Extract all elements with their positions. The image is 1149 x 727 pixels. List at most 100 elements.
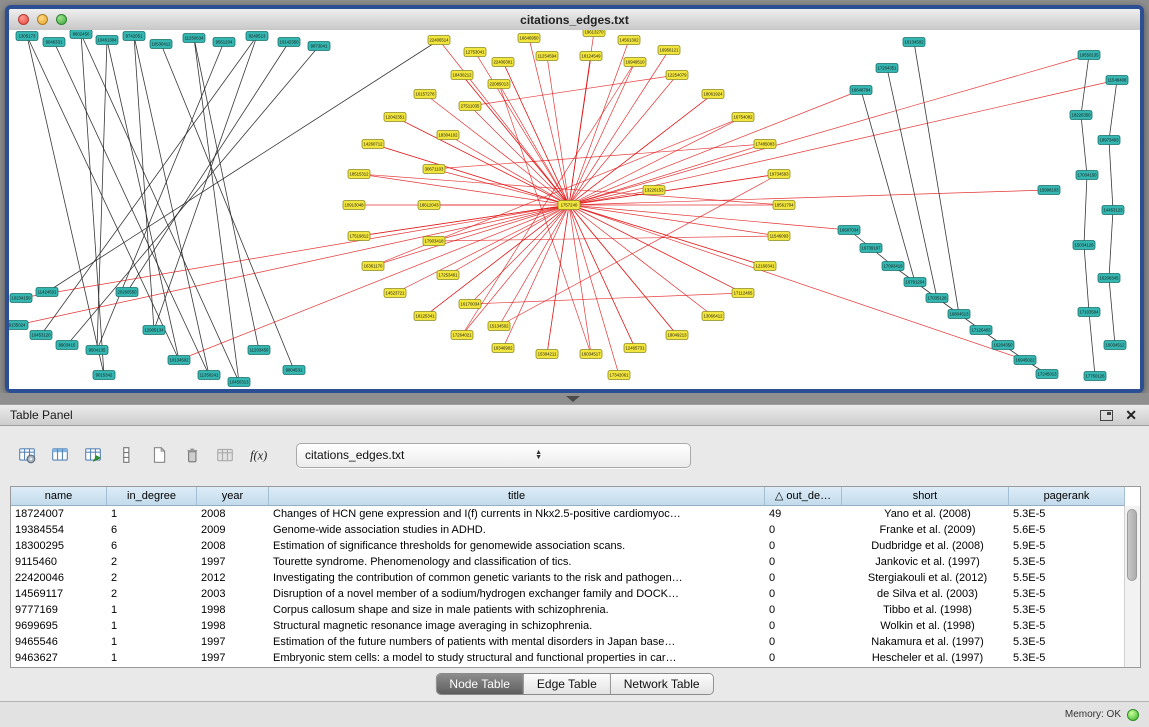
table-cell[interactable]: 19384554 xyxy=(11,522,107,538)
graph-edge-red[interactable] xyxy=(569,55,1089,205)
table-cell[interactable]: 14569117 xyxy=(11,586,107,602)
table-cell[interactable]: 5.3E-5 xyxy=(1009,586,1125,602)
new-table-icon[interactable] xyxy=(146,442,172,468)
table-cell[interactable]: 2008 xyxy=(197,538,269,554)
column-header[interactable]: short xyxy=(842,487,1009,506)
table-cell[interactable]: Jankovic et al. (1997) xyxy=(842,554,1009,570)
table-source-dropdown[interactable]: citations_edges.txt ▲▼ xyxy=(296,443,691,468)
graph-edge-red[interactable] xyxy=(499,84,591,354)
table-cell[interactable]: 5.5E-5 xyxy=(1009,570,1125,586)
table-cell[interactable]: 18724007 xyxy=(11,506,107,522)
table-cell[interactable]: 1 xyxy=(107,650,197,666)
table-row[interactable]: 1456911722003Disruption of a novel membe… xyxy=(11,586,1140,602)
table-cell[interactable]: 1 xyxy=(107,618,197,634)
graph-edge-black[interactable] xyxy=(1084,245,1089,312)
table-cell[interactable]: 9699695 xyxy=(11,618,107,634)
table-cell[interactable]: 49 xyxy=(765,506,842,522)
table-cell[interactable]: Dudbridge et al. (2008) xyxy=(842,538,1009,554)
graph-edge-black[interactable] xyxy=(161,44,294,370)
tab-network-table[interactable]: Network Table xyxy=(611,674,713,694)
table-cell[interactable]: 9115460 xyxy=(11,554,107,570)
table-cell[interactable]: 6 xyxy=(107,522,197,538)
scrollbar-thumb[interactable] xyxy=(1127,509,1137,581)
table-row[interactable]: 977716911998Corpus callosum shape and si… xyxy=(11,602,1140,618)
table-cell[interactable]: 9463627 xyxy=(11,650,107,666)
graph-edge-black[interactable] xyxy=(1081,55,1089,115)
table-cell[interactable]: 18300295 xyxy=(11,538,107,554)
table-cell[interactable]: 0 xyxy=(765,538,842,554)
table-cell[interactable]: Franke et al. (2009) xyxy=(842,522,1009,538)
table-cell[interactable]: 1997 xyxy=(197,650,269,666)
table-cell[interactable]: Tibbo et al. (1998) xyxy=(842,602,1009,618)
graph-edge-red[interactable] xyxy=(503,205,569,348)
window-close-button[interactable] xyxy=(18,14,29,25)
graph-edge-red[interactable] xyxy=(569,40,629,205)
table-cell[interactable]: Estimation of the future numbers of pati… xyxy=(269,634,765,650)
graph-edge-red[interactable] xyxy=(179,205,569,360)
table-cell[interactable]: 5.9E-5 xyxy=(1009,538,1125,554)
tab-node-table[interactable]: Node Table xyxy=(436,674,524,694)
graph-edge-red[interactable] xyxy=(434,169,569,205)
table-row[interactable]: 1938455462009Genome-wide association stu… xyxy=(11,522,1140,538)
graph-edge-red[interactable] xyxy=(359,174,569,205)
table-cell[interactable]: 5.3E-5 xyxy=(1009,554,1125,570)
graph-edge-black[interactable] xyxy=(1084,175,1087,245)
graph-edge-black[interactable] xyxy=(27,36,179,360)
graph-edge-black[interactable] xyxy=(194,38,239,382)
column-header[interactable]: pagerank xyxy=(1009,487,1125,506)
graph-edge-black[interactable] xyxy=(861,90,915,282)
table-cell[interactable]: 9465546 xyxy=(11,634,107,650)
graph-edge-red[interactable] xyxy=(395,205,569,293)
column-header[interactable]: △ out_de… xyxy=(765,487,842,506)
graph-edge-red[interactable] xyxy=(569,205,1025,360)
table-cell[interactable]: 2 xyxy=(107,570,197,586)
table-cell[interactable]: Disruption of a novel member of a sodium… xyxy=(269,586,765,602)
table-row[interactable]: 911546021997Tourette syndrome. Phenomeno… xyxy=(11,554,1140,570)
table-cell[interactable]: 5.3E-5 xyxy=(1009,506,1125,522)
table-cell[interactable]: Yano et al. (2008) xyxy=(842,506,1009,522)
graph-edge-black[interactable] xyxy=(67,46,319,345)
table-cell[interactable]: Corpus callosum shape and size in male p… xyxy=(269,602,765,618)
table-row[interactable]: 946362711997Embryonic stem cells: a mode… xyxy=(11,650,1140,666)
column-chooser-icon[interactable] xyxy=(47,442,73,468)
graph-edge-black[interactable] xyxy=(1109,210,1113,278)
table-row[interactable]: 969969511998Structural magnetic resonanc… xyxy=(11,618,1140,634)
table-cell[interactable]: 1998 xyxy=(197,602,269,618)
table-cell[interactable]: 6 xyxy=(107,538,197,554)
table-row[interactable]: 1830029562008Estimation of significance … xyxy=(11,538,1140,554)
split-pane-divider[interactable] xyxy=(0,393,1149,404)
graph-edge-red[interactable] xyxy=(569,62,635,205)
graph-edge-red[interactable] xyxy=(569,144,765,205)
table-cell[interactable]: 2008 xyxy=(197,506,269,522)
table-cell[interactable]: de Silva et al. (2003) xyxy=(842,586,1009,602)
graph-edge-black[interactable] xyxy=(1109,278,1115,345)
graph-edge-black[interactable] xyxy=(194,38,259,350)
table-cell[interactable]: 1998 xyxy=(197,618,269,634)
graph-edge-red[interactable] xyxy=(434,144,765,169)
row-selector-icon[interactable] xyxy=(113,442,139,468)
clear-table-icon[interactable] xyxy=(212,442,238,468)
table-cell[interactable]: 1 xyxy=(107,634,197,650)
delete-table-icon[interactable] xyxy=(179,442,205,468)
graph-edge-red[interactable] xyxy=(434,205,569,241)
table-cell[interactable]: 2003 xyxy=(197,586,269,602)
graph-edge-red[interactable] xyxy=(21,205,569,298)
table-cell[interactable]: 0 xyxy=(765,570,842,586)
table-cell[interactable]: 0 xyxy=(765,634,842,650)
network-canvas[interactable]: 1856170419734593174850831675408218061924… xyxy=(9,30,1140,389)
table-cell[interactable]: 2009 xyxy=(197,522,269,538)
table-cell[interactable]: 2012 xyxy=(197,570,269,586)
table-cell[interactable]: Wolkin et al. (1998) xyxy=(842,618,1009,634)
table-row[interactable]: 946554611997Estimation of the future num… xyxy=(11,634,1140,650)
table-cell[interactable]: 0 xyxy=(765,650,842,666)
graph-edge-black[interactable] xyxy=(54,42,209,375)
table-cell[interactable]: Embryonic stem cells: a model to study s… xyxy=(269,650,765,666)
graph-edge-black[interactable] xyxy=(127,42,289,292)
table-cell[interactable]: 1997 xyxy=(197,554,269,570)
table-cell[interactable]: 0 xyxy=(765,522,842,538)
column-header[interactable]: year xyxy=(197,487,269,506)
table-cell[interactable]: 9777169 xyxy=(11,602,107,618)
graph-edge-red[interactable] xyxy=(434,236,779,241)
import-table-icon[interactable] xyxy=(80,442,106,468)
table-cell[interactable]: Nakamura et al. (1997) xyxy=(842,634,1009,650)
